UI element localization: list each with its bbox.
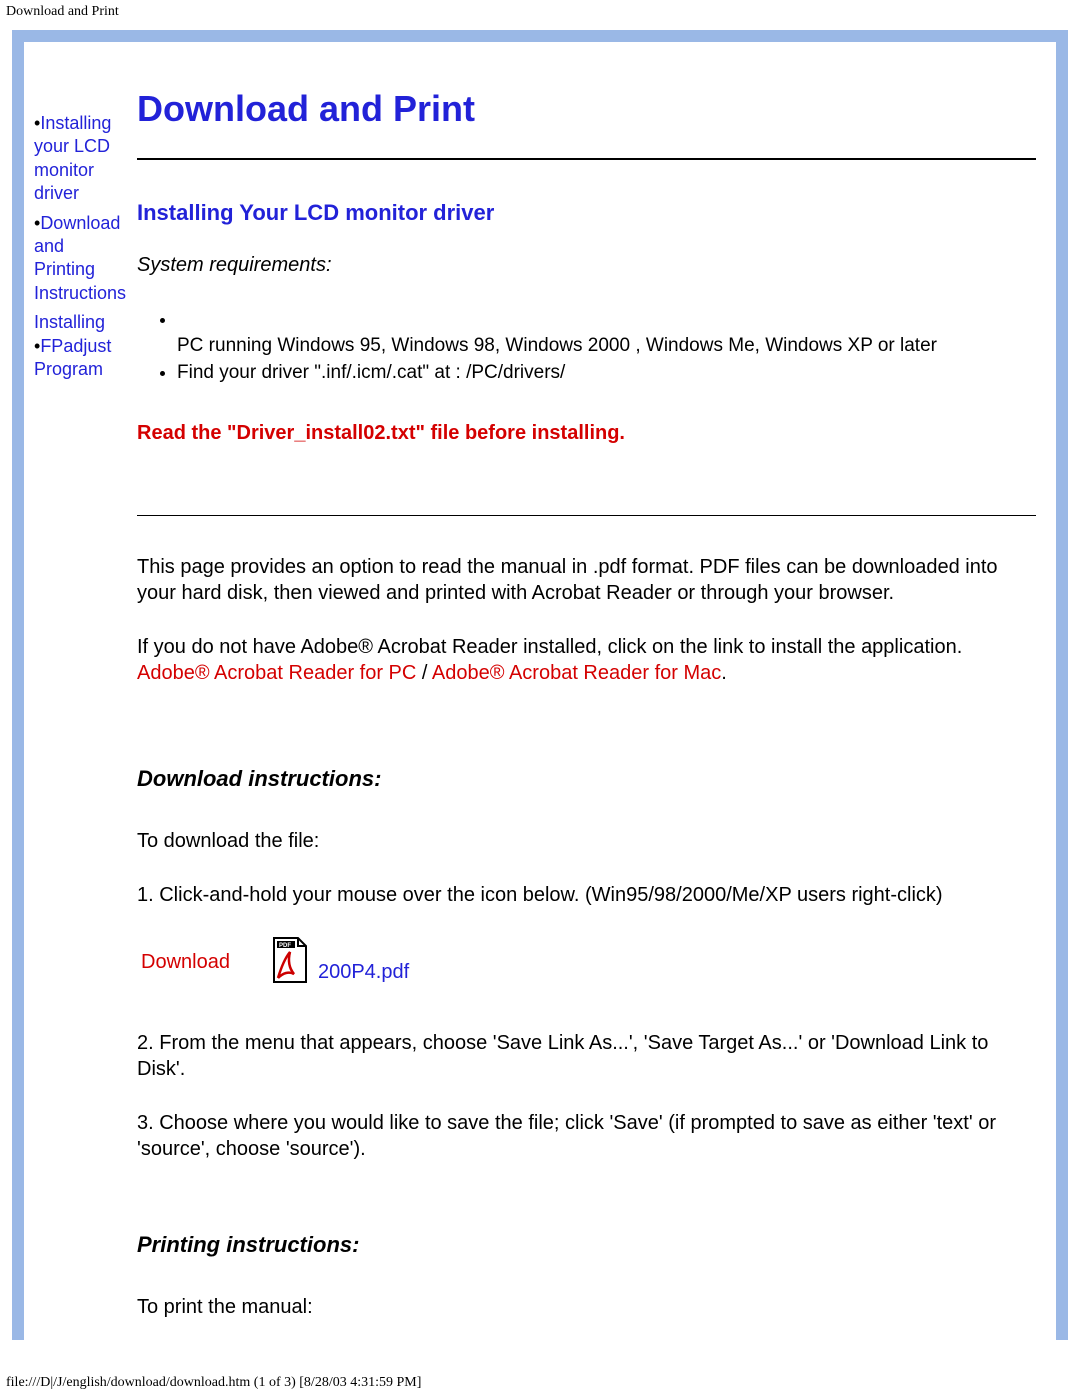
- pdf-info-text: This page provides an option to read the…: [137, 554, 1036, 606]
- main-content: Download and Print Installing Your LCD m…: [129, 64, 1056, 1340]
- divider: [137, 158, 1036, 160]
- link-acrobat-pc[interactable]: Adobe® Acrobat Reader for PC: [137, 662, 416, 684]
- sidebar-item-fpadjust[interactable]: Installing •FPadjust Program: [34, 311, 129, 387]
- sidebar-item-label: Download and Printing Instructions: [34, 213, 126, 303]
- sidebar-item-label: Installing your LCD monitor driver: [34, 113, 111, 203]
- section-title-install: Installing Your LCD monitor driver: [137, 200, 1036, 226]
- reader-info-text: If you do not have Adobe® Acrobat Reader…: [137, 634, 1036, 686]
- pdf-icon: PDF: [270, 936, 310, 984]
- printing-intro-text: To print the manual:: [137, 1294, 1036, 1320]
- requirements-list: PC running Windows 95, Windows 98, Windo…: [177, 307, 1036, 386]
- system-requirements-label: System requirements:: [137, 254, 1036, 277]
- reader-separator: /: [416, 662, 432, 684]
- link-acrobat-mac[interactable]: Adobe® Acrobat Reader for Mac: [432, 662, 721, 684]
- download-step-1: 1. Click-and-hold your mouse over the ic…: [137, 882, 1036, 908]
- sidebar-item-label-line2: FPadjust Program: [34, 336, 111, 379]
- footer-path: file:///D|/J/english/download/download.h…: [6, 1375, 421, 1391]
- sidebar-item-download-print[interactable]: •Download and Printing Instructions: [34, 212, 129, 312]
- download-step-2: 2. From the menu that appears, choose 'S…: [137, 1030, 1036, 1082]
- install-warning: Read the "Driver_install02.txt" file bef…: [137, 422, 1036, 445]
- download-instructions-title: Download instructions:: [137, 766, 1036, 792]
- printing-instructions-title: Printing instructions:: [137, 1232, 1036, 1258]
- window-header-title: Download and Print: [0, 0, 1080, 30]
- download-intro-text: To download the file:: [137, 828, 1036, 854]
- content-frame: •Installing your LCD monitor driver •Dow…: [12, 30, 1068, 1340]
- sidebar-nav: •Installing your LCD monitor driver •Dow…: [24, 64, 129, 1340]
- download-step-3: 3. Choose where you would like to save t…: [137, 1110, 1036, 1162]
- reader-text-prefix: If you do not have Adobe® Acrobat Reader…: [137, 636, 962, 658]
- sidebar-item-install-driver[interactable]: •Installing your LCD monitor driver: [34, 112, 129, 212]
- page-title: Download and Print: [137, 88, 1036, 130]
- pdf-download-block[interactable]: PDF 200P4.pdf: [270, 936, 409, 984]
- download-row: Download PDF 200P4.pdf: [137, 936, 1036, 984]
- download-label: Download: [137, 951, 230, 984]
- list-item: Find your driver ".inf/.icm/.cat" at : /…: [177, 360, 1036, 386]
- requirement-text: PC running Windows 95, Windows 98, Windo…: [177, 335, 937, 356]
- pdf-filename[interactable]: 200P4.pdf: [318, 961, 409, 984]
- divider: [137, 515, 1036, 516]
- sidebar-item-label-line1: Installing: [34, 312, 105, 332]
- svg-text:PDF: PDF: [279, 943, 291, 949]
- list-item: PC running Windows 95, Windows 98, Windo…: [177, 307, 1036, 358]
- reader-text-end: .: [721, 662, 727, 684]
